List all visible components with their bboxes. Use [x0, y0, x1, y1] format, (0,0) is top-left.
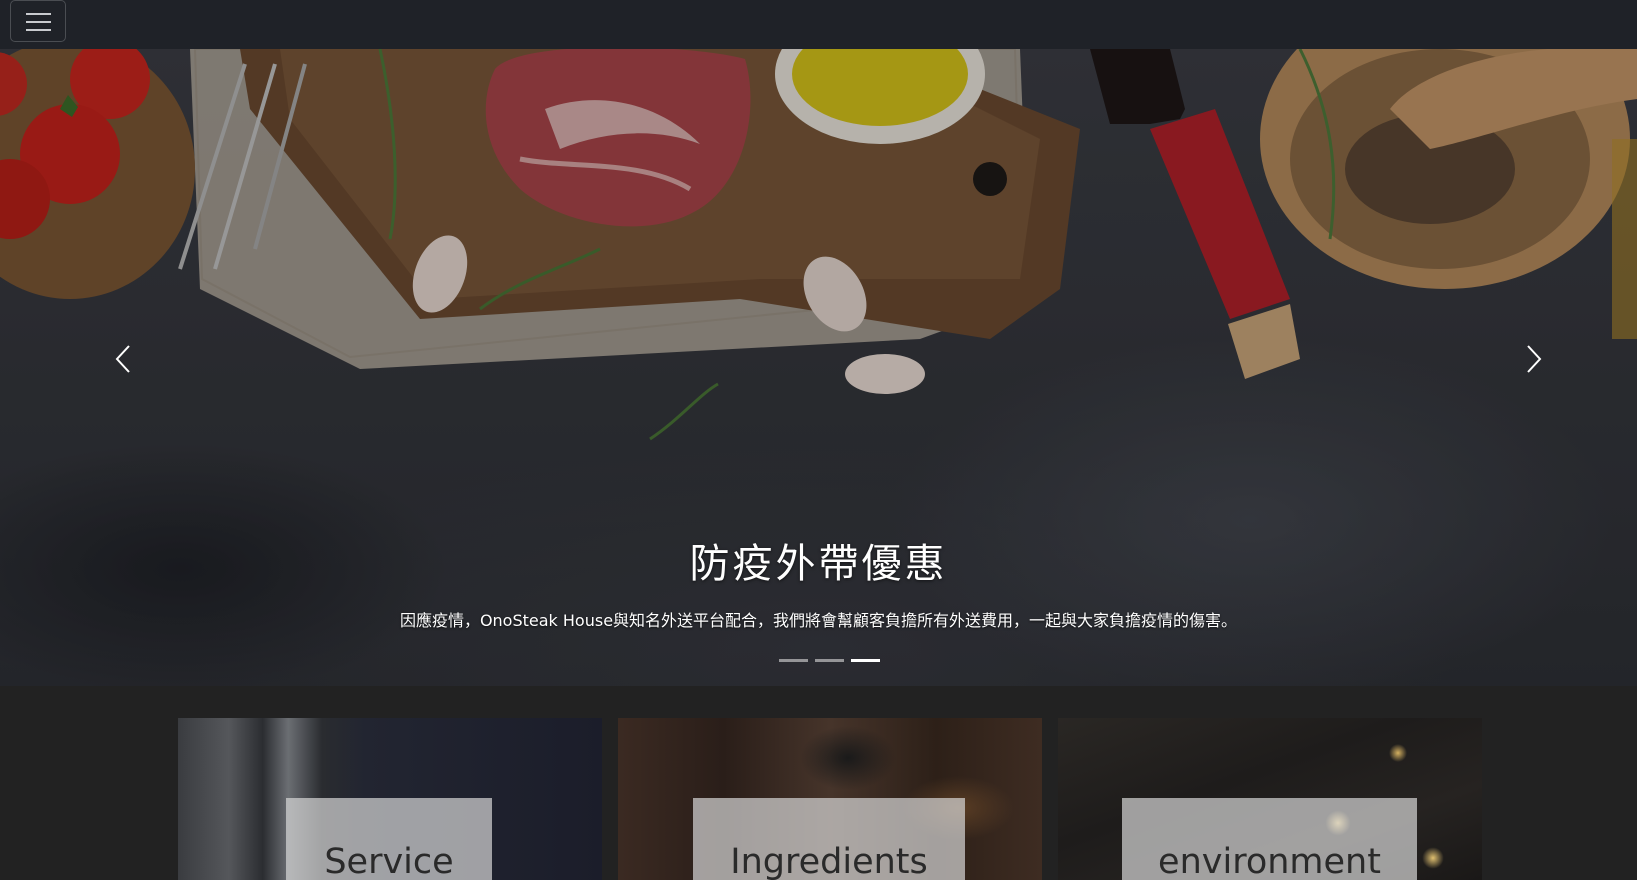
carousel-next-button[interactable] — [1509, 329, 1559, 389]
card-label: Ingredients — [730, 842, 928, 880]
card-label: environment — [1158, 842, 1381, 880]
carousel-indicator-3[interactable] — [851, 659, 880, 662]
hero-carousel: 防疫外帶優惠 因應疫情，OnoSteak House與知名外送平台配合，我們將會… — [0, 49, 1637, 686]
carousel-indicator-2[interactable] — [815, 659, 844, 662]
chevron-right-icon — [1527, 345, 1542, 373]
carousel-indicators — [779, 656, 880, 666]
top-navbar — [0, 0, 1637, 49]
menu-toggle-button[interactable] — [10, 0, 66, 42]
carousel-indicator-1[interactable] — [779, 659, 808, 662]
chevron-left-icon — [115, 345, 130, 373]
carousel-caption-text: 因應疫情，OnoSteak House與知名外送平台配合，我們將會幫顧客負擔所有… — [399, 611, 1238, 630]
service-card[interactable]: Service — [178, 718, 602, 880]
card-label: Service — [324, 842, 454, 880]
carousel-caption-title: 防疫外帶優惠 — [689, 541, 948, 587]
hero-background-image — [0, 49, 1637, 686]
card-label-box: environment — [1122, 798, 1417, 880]
feature-cards: Service Ingredients environment — [0, 686, 1637, 880]
ingredients-card[interactable]: Ingredients — [618, 718, 1042, 880]
card-label-box: Service — [286, 798, 492, 880]
environment-card[interactable]: environment — [1058, 718, 1482, 880]
carousel-prev-button[interactable] — [98, 329, 148, 389]
card-label-box: Ingredients — [693, 798, 965, 880]
